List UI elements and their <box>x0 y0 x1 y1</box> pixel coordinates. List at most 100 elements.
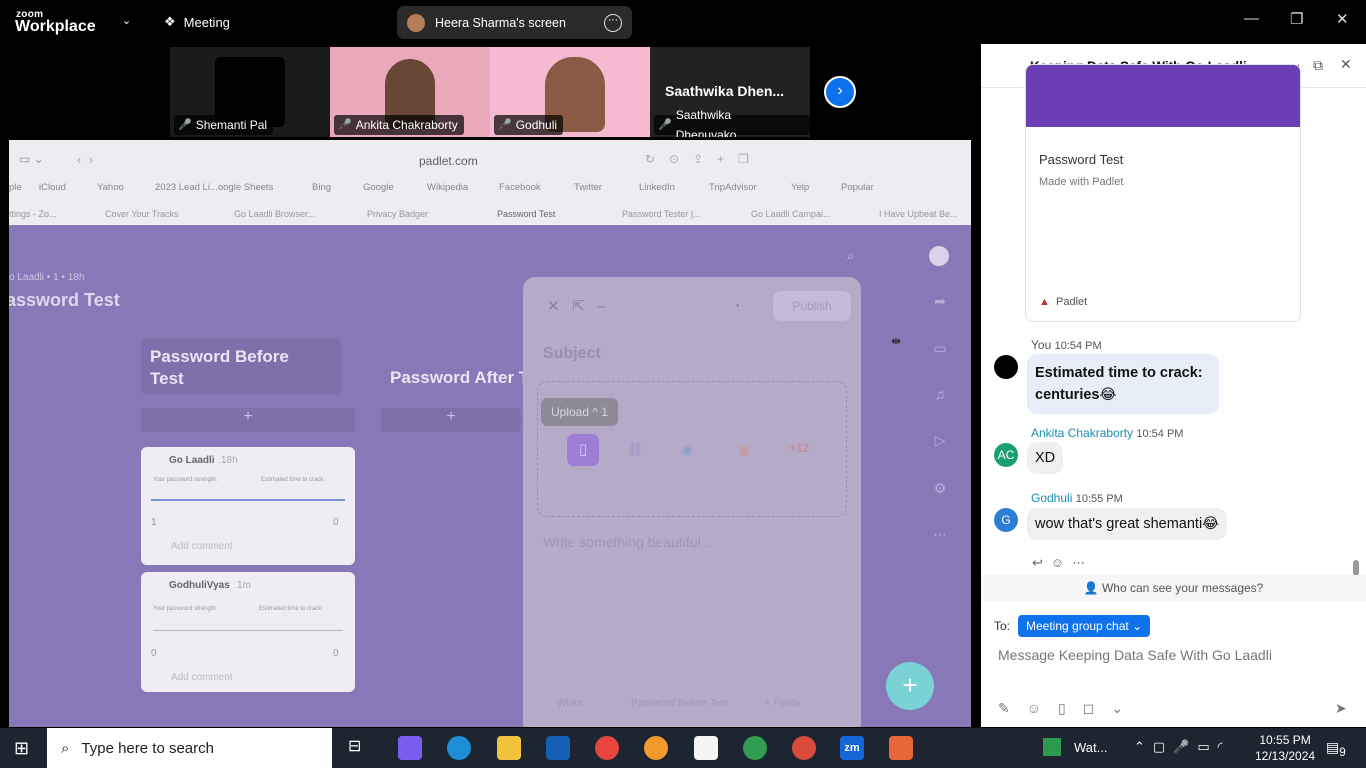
bookmark-item: Bing <box>312 182 332 193</box>
avatar <box>994 355 1018 379</box>
mic-muted-icon: 🎤 <box>498 119 512 131</box>
popout-icon[interactable]: ⧉ <box>1313 57 1323 74</box>
post-author: Go Laadli <box>169 455 215 466</box>
participant-display-name: Saathwika Dhen... <box>665 83 785 99</box>
bookmark-item: TripAdvisor <box>709 182 757 193</box>
meeting-menu-button[interactable]: ❖ Meeting <box>164 14 230 30</box>
chrome-profile-icon[interactable] <box>743 736 767 760</box>
card-brand: ▲ Padlet <box>1039 296 1087 308</box>
windows-start-icon[interactable]: ⊞ <box>14 738 29 759</box>
participant-name-tag: 🎤 Shemanti Pal <box>174 115 274 135</box>
zoom-app: zoom Workplace ⌄ ❖ Meeting Heera Sharma'… <box>0 0 1366 768</box>
bookmark-item: Google <box>363 182 394 193</box>
zoom-icon[interactable]: zm <box>840 736 864 760</box>
participant-tile[interactable]: Saathwika Dhen... 🎤 Saathwika Dhenuvako..… <box>650 47 810 137</box>
bookmark-item: Popular <box>841 182 874 193</box>
share-icon: ➦ <box>934 293 946 309</box>
like-count: 1 <box>151 517 157 528</box>
chat-panel: Keeping Data Safe With Go Laadli ⋯ ⧉ ✕ P… <box>981 44 1366 727</box>
comment-count: 0 <box>333 517 339 528</box>
message-sender: Godhuli <box>1031 491 1073 505</box>
chrome-profile-icon[interactable] <box>792 736 816 760</box>
reaction-actions-icon[interactable]: ↩☺⋯ <box>1032 555 1093 571</box>
participant-tile[interactable]: 🎤 Ankita Chakraborty <box>330 47 490 137</box>
slideshow-icon: ▭ <box>933 340 947 356</box>
message-input[interactable]: Message Keeping Data Safe With Go Laadli <box>998 647 1348 663</box>
post-text: Estimated time to crack: <box>259 606 324 612</box>
padlet-breadcrumb: o Laadli • 1 • 18h <box>9 272 85 283</box>
resize-cursor-icon: ⇼ <box>891 334 902 348</box>
search-icon: ⌕ <box>61 739 70 757</box>
add-comment: Add comment <box>171 672 233 683</box>
like-count: 0 <box>151 648 157 659</box>
participant-tile[interactable]: 🎤 Godhuli <box>490 47 650 137</box>
message-sender: You <box>1031 338 1052 352</box>
copilot-icon[interactable] <box>398 736 422 760</box>
slack-icon[interactable] <box>889 736 913 760</box>
file-icon: ▯ <box>567 434 599 466</box>
publish-button: Publish <box>773 291 851 321</box>
bookmark-item: 2023 Lead Li...oogle Sheets <box>155 182 274 193</box>
task-view-icon[interactable]: ⊟ <box>348 736 372 760</box>
card-brand-name: Padlet <box>1056 296 1088 308</box>
notifications-icon[interactable]: ▤9 <box>1326 739 1346 759</box>
nav-arrows-icon: ‹ › <box>77 152 93 167</box>
file-explorer-icon[interactable] <box>497 736 521 760</box>
screen-label: Heera Sharma's screen <box>435 15 566 30</box>
recipient-select[interactable]: Meeting group chat ⌄ <box>1018 615 1151 637</box>
bookmark-item: Yahoo <box>97 182 124 193</box>
padlet-link-card[interactable]: Password Test Made with Padlet ▲ Padlet <box>1025 64 1301 322</box>
composer-tools-icon[interactable]: ✎☺▯◻⌄ <box>998 700 1140 717</box>
outlook-icon[interactable] <box>546 736 570 760</box>
tab: Cover Your Tracks <box>105 209 179 219</box>
post-text: Estimated time to crack: <box>261 477 326 483</box>
more-icon[interactable]: ⋯ <box>604 13 622 32</box>
padlet-title: assword Test <box>9 290 120 310</box>
send-icon[interactable]: ➤ <box>1335 700 1347 717</box>
next-participants-button[interactable]: › <box>824 76 856 108</box>
message-time: 10:54 PM <box>1054 340 1102 352</box>
add-comment: Add comment <box>171 541 233 552</box>
bookmark-item: Facebook <box>499 182 541 193</box>
who-can-see-link[interactable]: 👤 Who can see your messages? <box>981 575 1366 601</box>
close-button[interactable]: ✕ <box>1336 10 1349 28</box>
weather-text[interactable]: Wat... <box>1074 740 1107 755</box>
chrome-icon[interactable] <box>595 736 619 760</box>
comment-count: 0 <box>333 648 339 659</box>
message-bubble: wow that's great shemanti😂 <box>1027 508 1228 540</box>
app-icon[interactable] <box>694 736 718 760</box>
strength-bar <box>153 630 343 631</box>
tab: Password Test <box>497 209 556 219</box>
system-tray-icon[interactable]: ⌃▢🎤▭◜ <box>1134 739 1231 755</box>
restore-button[interactable]: ❐ <box>1290 10 1303 28</box>
sidebar-icon: ▭ ⌄ <box>19 152 44 166</box>
scrollbar[interactable] <box>1353 560 1359 576</box>
bookmark-item: Yelp <box>791 182 810 193</box>
column-title: Password Before Test <box>150 347 289 388</box>
post-text: Your password strength: <box>153 477 218 483</box>
post-card: GodhuliVyas 1m Your password strength: E… <box>141 572 355 692</box>
fields-option: + Fields <box>765 698 801 709</box>
message-meta: You 10:54 PM <box>1031 338 1102 352</box>
participant-name: Saathwika Dhenuvako... <box>675 108 747 137</box>
participant-tile[interactable]: 🎤 Shemanti Pal <box>170 47 330 137</box>
taskbar-search[interactable]: ⌕ Type here to search <box>47 728 332 768</box>
clock[interactable]: 10:55 PM 12/13/2024 <box>1255 732 1315 764</box>
edge-icon[interactable] <box>447 736 471 760</box>
shared-screen: ▭ ⌄ ‹ › padlet.com ↻⊙⇪+❐ ple iCloud Yaho… <box>9 140 971 727</box>
post-time: 18h <box>221 455 238 466</box>
play-icon: ▷ <box>934 432 946 448</box>
app-icon[interactable] <box>644 736 668 760</box>
participant-name: Godhuli <box>515 118 558 132</box>
section-option: Password Before Test <box>631 698 729 709</box>
minimize-button[interactable]: — <box>1244 10 1259 27</box>
paw-icon: ❖ <box>164 14 176 29</box>
screen-share-pill[interactable]: Heera Sharma's screen ⋯ <box>397 6 632 39</box>
close-icon[interactable]: ✕ <box>1340 56 1352 73</box>
post-author: GodhuliVyas <box>169 580 230 591</box>
taskbar: ⊞ ⌕ Type here to search ⊟ zm Wat... ⌃▢🎤▭◜… <box>0 728 1366 768</box>
chevron-down-icon[interactable]: ⌄ <box>122 14 131 27</box>
top-bar: zoom Workplace ⌄ ❖ Meeting Heera Sharma'… <box>0 0 1366 44</box>
bookmark-item: Twitter <box>574 182 602 193</box>
weather-icon <box>1043 738 1061 756</box>
